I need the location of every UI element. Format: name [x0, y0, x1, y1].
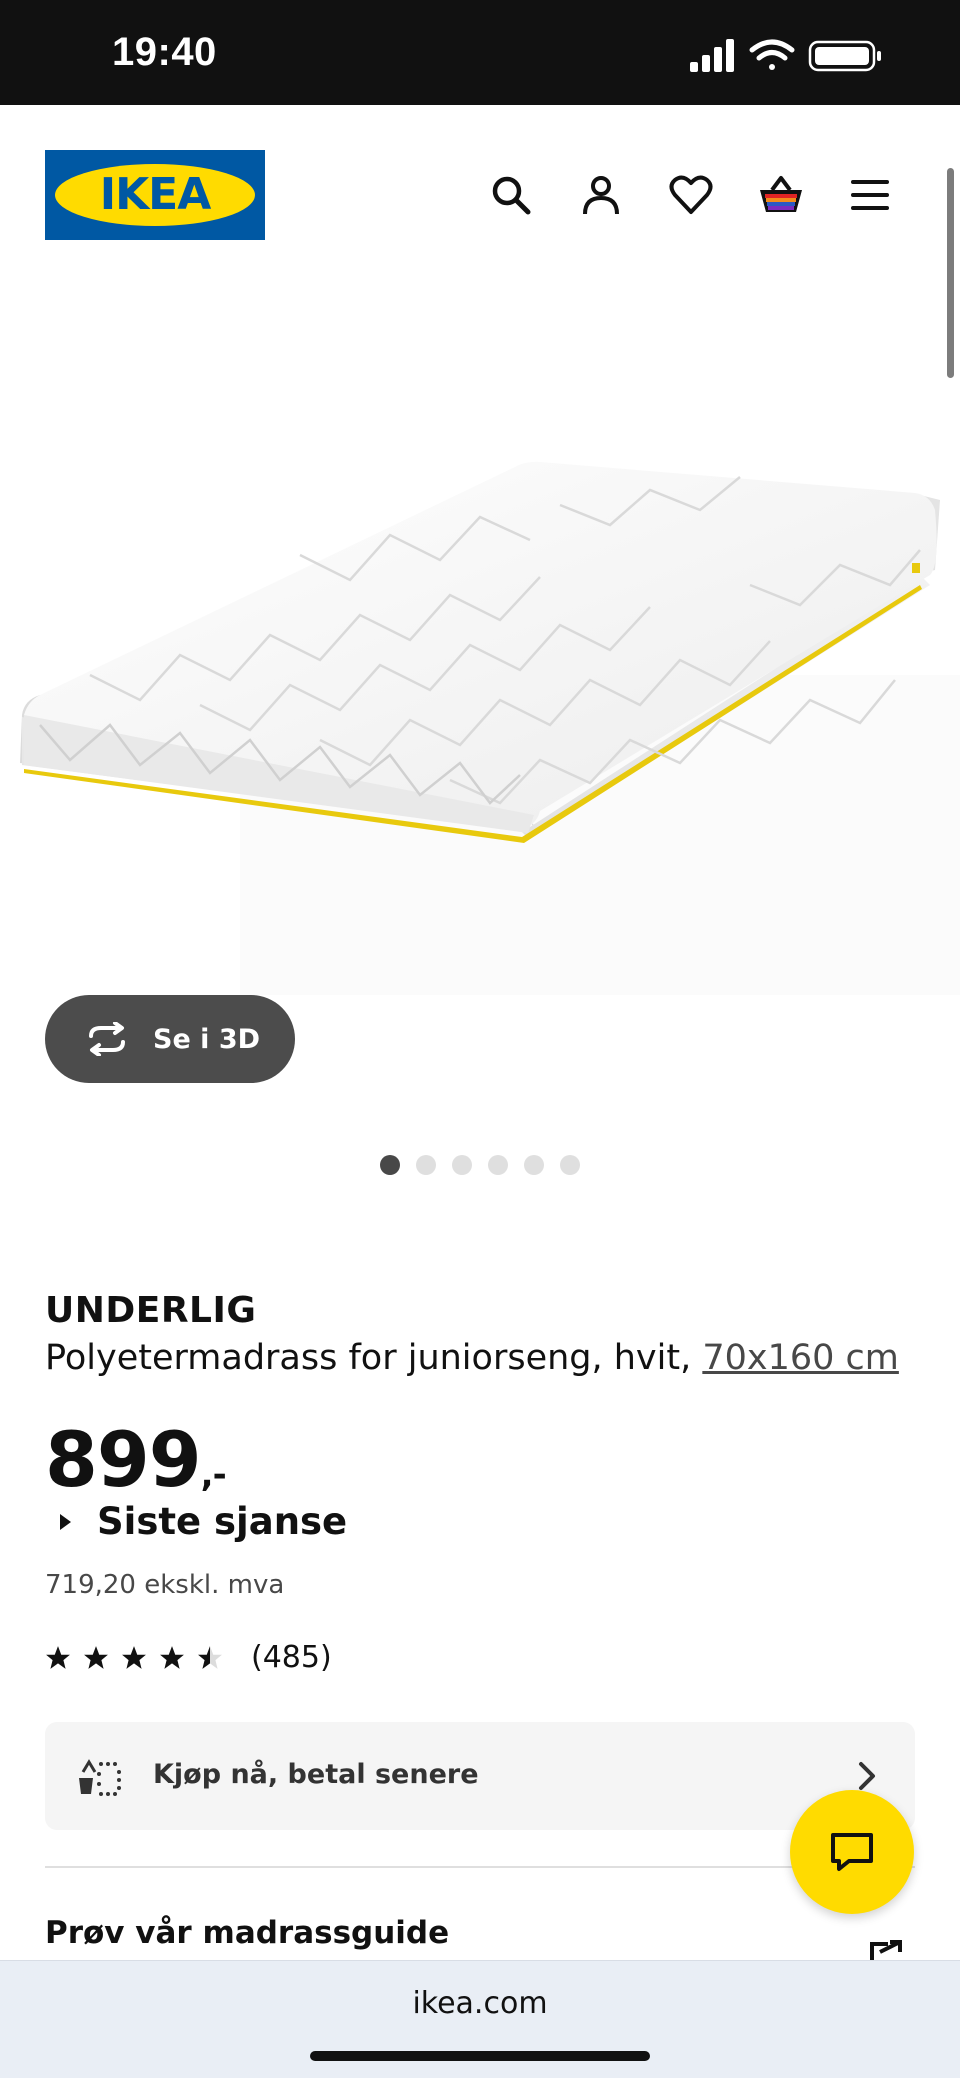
status-icons [690, 36, 890, 76]
buy-now-pay-later-label: Kjøp nå, betal senere [153, 1759, 479, 1790]
rating-count: (485) [251, 1640, 332, 1675]
heart-icon [669, 175, 713, 214]
price-amount: 899 [45, 1415, 202, 1504]
mattress-guide-link[interactable]: Prøv vår madrassguide [45, 1915, 449, 1951]
browser-url[interactable]: ikea.com [0, 1986, 960, 2021]
chevron-right-icon [859, 1762, 875, 1790]
star-icon [160, 1645, 184, 1669]
basket-icon [760, 176, 802, 212]
price-suffix: ,- [200, 1455, 227, 1495]
account-button[interactable] [576, 170, 626, 220]
product-description: Polyetermadrass for juniorseng, hvit, 70… [45, 1338, 899, 1378]
carousel-dot[interactable] [560, 1155, 580, 1175]
section-divider [45, 1866, 915, 1868]
offer-label: Siste sjanse [97, 1500, 348, 1543]
half-star-icon [198, 1645, 222, 1669]
rotate-360-icon [89, 1022, 125, 1056]
product-price: 899,- [45, 1415, 227, 1504]
wifi-icon [749, 39, 795, 70]
chat-icon [831, 1833, 873, 1871]
status-time: 19:40 [112, 30, 217, 74]
image-carousel-dots [380, 1155, 580, 1175]
buy-now-pay-later-banner[interactable]: Kjøp nå, betal senere [45, 1722, 915, 1830]
home-indicator[interactable] [310, 2051, 650, 2061]
chat-button[interactable] [790, 1790, 914, 1914]
carousel-dot[interactable] [524, 1155, 544, 1175]
product-rating[interactable]: (485) [45, 1640, 332, 1675]
mattress-image [20, 461, 960, 995]
battery-icon [808, 40, 881, 72]
caret-right-icon [60, 1513, 71, 1530]
browser-address-bar[interactable]: ikea.com [0, 1960, 960, 2078]
site-header: IKEA [0, 105, 960, 255]
size-link[interactable]: 70x160 cm [702, 1338, 899, 1378]
carousel-dot[interactable] [452, 1155, 472, 1175]
basket-button[interactable] [756, 170, 806, 220]
view-3d-button[interactable]: Se i 3D [45, 995, 295, 1083]
klarna-split-icon [79, 1759, 121, 1796]
favourites-button[interactable] [666, 170, 716, 220]
carousel-dot[interactable] [488, 1155, 508, 1175]
price-excl-vat: 719,20 ekskl. mva [45, 1570, 285, 1600]
product-image[interactable] [0, 255, 960, 995]
ikea-logo[interactable]: IKEA [45, 150, 265, 240]
menu-button[interactable] [845, 170, 895, 220]
view-3d-label: Se i 3D [153, 1023, 261, 1055]
search-icon [492, 176, 531, 215]
product-name: UNDERLIG [45, 1290, 257, 1331]
carousel-dot[interactable] [380, 1155, 400, 1175]
rating-stars [45, 1645, 223, 1671]
status-bar: 19:40 [0, 0, 960, 105]
offer-toggle[interactable]: Siste sjanse [60, 1500, 347, 1543]
star-icon [84, 1645, 108, 1669]
product-description-text: Polyetermadrass for juniorseng, hvit, [45, 1338, 703, 1378]
search-button[interactable] [486, 170, 536, 220]
carousel-dot[interactable] [416, 1155, 436, 1175]
star-icon [46, 1645, 70, 1669]
account-icon [583, 176, 619, 215]
cellular-signal-icon [690, 39, 734, 72]
external-link-icon[interactable] [868, 1940, 908, 1960]
logo-text: IKEA [99, 169, 212, 220]
menu-icon [851, 180, 889, 210]
star-icon [122, 1645, 146, 1669]
